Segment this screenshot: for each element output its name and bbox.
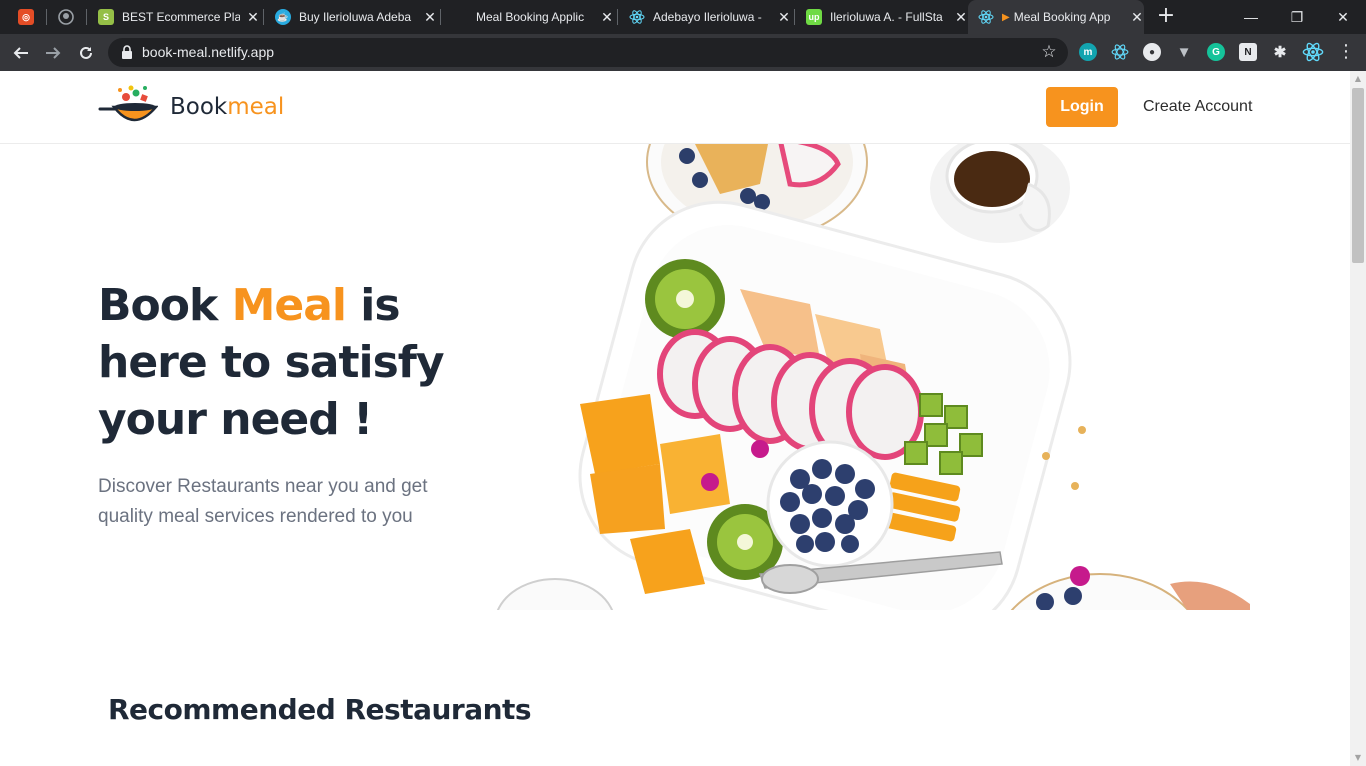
tab-upwork[interactable]: up Ilerioluwa A. - FullSta ✕ — [796, 0, 968, 34]
react-icon — [978, 9, 994, 25]
minimize-button[interactable]: — — [1228, 0, 1274, 34]
bookmark-star-icon[interactable]: ☆ — [1040, 43, 1058, 61]
restore-button[interactable]: ❐ — [1274, 0, 1320, 34]
new-tab-button[interactable]: + — [1155, 5, 1177, 27]
brand-name: Bookmeal — [170, 94, 285, 120]
grammarly-icon[interactable]: G — [1207, 43, 1225, 61]
react-profile-icon[interactable] — [1302, 41, 1324, 63]
browser-toolbar: book-meal.netlify.app ☆ m ● ▼ G N ✱ ⋮ — [0, 34, 1366, 71]
close-icon[interactable]: ✕ — [1130, 10, 1144, 24]
extension-m-icon[interactable]: m — [1079, 43, 1097, 61]
web-page: Bookmeal Login Create Account Book Meal … — [0, 71, 1350, 766]
tab-pinned-github[interactable] — [48, 0, 86, 34]
github-icon — [58, 9, 74, 25]
upwork-icon: up — [806, 9, 822, 25]
close-icon[interactable]: ✕ — [777, 10, 791, 24]
tab-title: BEST Ecommerce Plat — [122, 10, 240, 24]
browser-menu-icon[interactable]: ⋮ — [1336, 42, 1356, 62]
tab-title: Meal Booking App — [1013, 10, 1111, 24]
back-button[interactable] — [8, 40, 34, 66]
meal-icon — [452, 9, 468, 25]
hero-title: Book Meal is here to satisfy your need ! — [98, 280, 445, 445]
scroll-down-arrow-icon[interactable]: ▼ — [1354, 754, 1362, 762]
shopify-icon: S — [98, 9, 114, 25]
tab-title: Adebayo Ilerioluwa - — [653, 10, 762, 24]
bowl-logo-icon — [98, 85, 158, 122]
reload-button[interactable] — [73, 40, 99, 66]
tab-pinned-app[interactable]: ◎ — [8, 0, 46, 34]
tab-meal-booking-app[interactable]: ▶ Meal Booking App ✕ — [968, 0, 1144, 34]
browser-tab-bar: ◎ S BEST Ecommerce Plat ✕ ☕ Buy Ileriolu… — [0, 0, 1366, 34]
tab-adebayo[interactable]: Adebayo Ilerioluwa - ✕ — [619, 0, 791, 34]
react-icon — [629, 9, 645, 25]
login-button[interactable]: Login — [1046, 87, 1118, 127]
close-icon[interactable]: ✕ — [423, 10, 437, 24]
tab-ecommerce[interactable]: S BEST Ecommerce Plat ✕ — [88, 0, 260, 34]
scrollbar-thumb[interactable] — [1352, 88, 1364, 263]
react-devtools-icon[interactable] — [1111, 43, 1129, 61]
tab-buy-coffee[interactable]: ☕ Buy Ilerioluwa Adeba ✕ — [265, 0, 437, 34]
extensions-puzzle-icon[interactable]: ✱ — [1271, 43, 1289, 61]
notion-icon[interactable]: N — [1239, 43, 1257, 61]
app-icon: ◎ — [18, 9, 34, 25]
arrow-right-icon — [46, 47, 61, 59]
brand-logo[interactable]: Bookmeal — [98, 85, 308, 129]
coffee-icon: ☕ — [275, 9, 291, 25]
extension-circle-icon[interactable]: ● — [1143, 43, 1161, 61]
arrow-left-icon — [13, 47, 28, 59]
hero-section: Book Meal is here to satisfy your need !… — [0, 144, 1350, 610]
vue-devtools-icon[interactable]: ▼ — [1175, 43, 1193, 61]
forward-button[interactable] — [40, 40, 66, 66]
site-header: Bookmeal Login Create Account — [0, 71, 1350, 144]
tab-title: Buy Ilerioluwa Adeba — [299, 10, 412, 24]
close-icon[interactable]: ✕ — [246, 10, 260, 24]
recommended-restaurants-heading: Recommended Restaurants — [108, 693, 532, 726]
audio-icon: ▶ — [1002, 11, 1010, 23]
close-window-button[interactable]: ✕ — [1320, 0, 1366, 34]
tab-title: Meal Booking Applic — [476, 10, 585, 24]
create-account-link[interactable]: Create Account — [1143, 97, 1252, 117]
hero-subtitle: Discover Restaurants near you and get qu… — [98, 476, 428, 527]
address-bar[interactable]: book-meal.netlify.app ☆ — [108, 38, 1068, 67]
reload-icon — [80, 46, 92, 59]
page-scrollbar[interactable]: ▲ ▼ — [1350, 71, 1366, 766]
url-text: book-meal.netlify.app — [142, 44, 275, 60]
tab-title: Ilerioluwa A. - FullSta — [830, 10, 943, 24]
tab-meal-booking-applic[interactable]: Meal Booking Applic ✕ — [442, 0, 614, 34]
close-icon[interactable]: ✕ — [954, 10, 968, 24]
scroll-up-arrow-icon[interactable]: ▲ — [1354, 75, 1362, 83]
close-icon[interactable]: ✕ — [600, 10, 614, 24]
lock-icon — [122, 45, 132, 59]
